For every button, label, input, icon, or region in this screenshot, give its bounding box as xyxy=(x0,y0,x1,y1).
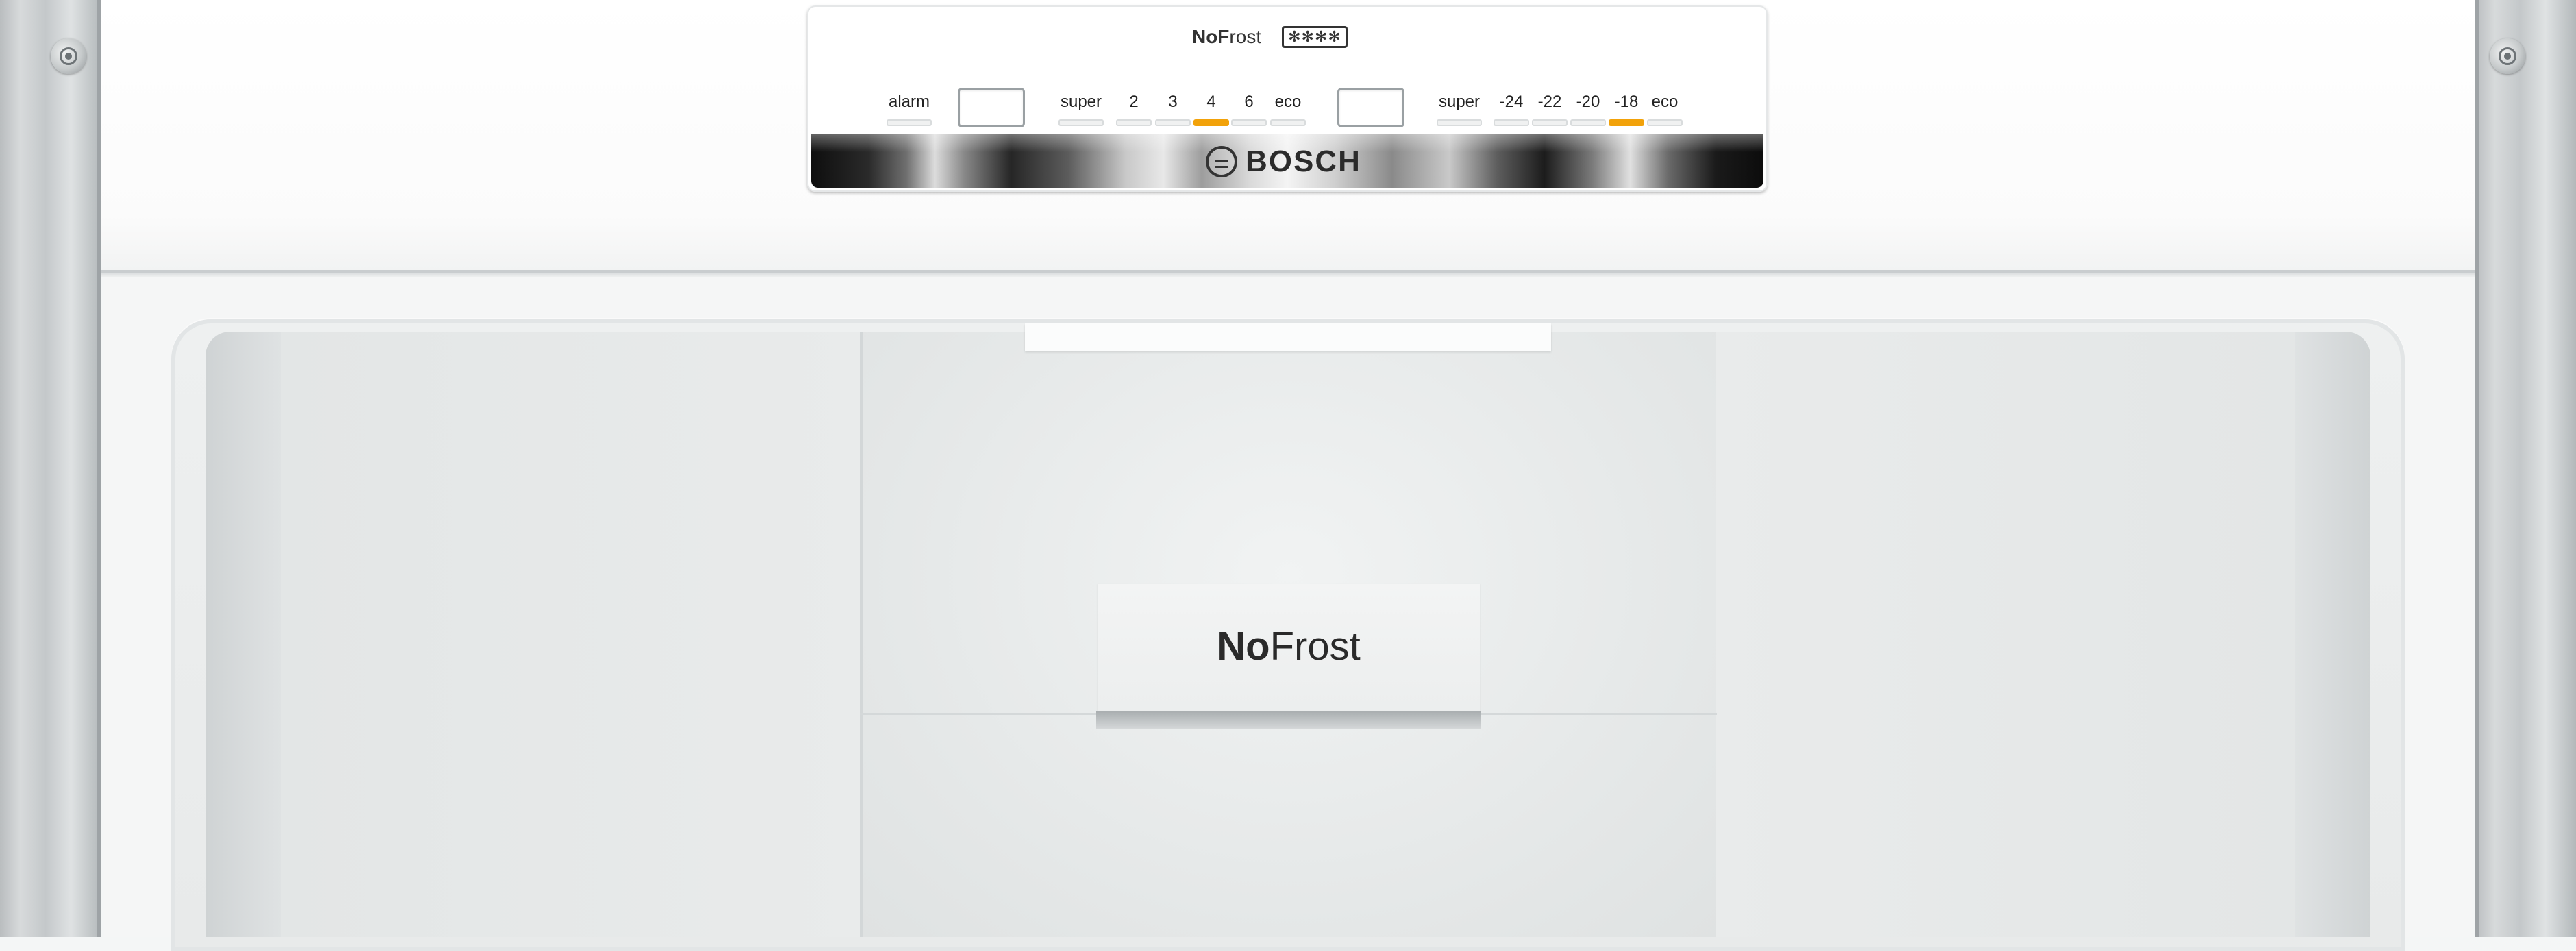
freezer-indicator-bar xyxy=(1494,119,1529,126)
right-steel-trim xyxy=(2475,0,2576,937)
liner-right-side xyxy=(2295,332,2370,937)
bosch-logo: BOSCH xyxy=(1206,143,1361,181)
nofrost-badge: NoFrost xyxy=(1217,624,1361,669)
fridge-indicator-bar xyxy=(1231,119,1267,126)
fridge-indicator-bar xyxy=(1116,119,1152,126)
alarm-label: alarm xyxy=(888,92,930,111)
screw-icon xyxy=(51,38,86,74)
freezer-temp-button[interactable] xyxy=(1337,88,1404,127)
nofrost-label: NoFrost xyxy=(1192,26,1262,47)
fridge-indicator-eco: eco xyxy=(1264,92,1312,126)
freezer-indicator-bar xyxy=(1437,119,1482,126)
liner-left-wall xyxy=(281,332,860,937)
fridge-indicator-label: eco xyxy=(1274,92,1302,111)
bosch-logo-text: BOSCH xyxy=(1246,145,1361,178)
panel-brand-row: NoFrost ✻✻✻✻ xyxy=(1192,22,1348,52)
interior-light xyxy=(1025,323,1551,351)
freezer-indicator-label: super xyxy=(1438,92,1481,111)
fridge-indicator-bar xyxy=(1058,119,1104,126)
alarm-indicator: alarm xyxy=(885,92,933,126)
fridge-temp-button[interactable] xyxy=(958,88,1025,127)
fridge-indicator-bar xyxy=(1193,119,1229,126)
freezer-indicator-bar xyxy=(1609,119,1644,126)
freezer-indicator-bar xyxy=(1532,119,1568,126)
bosch-logo-icon xyxy=(1206,146,1237,177)
liner-left-side xyxy=(206,332,281,937)
freezer-indicator-super: super xyxy=(1435,92,1483,126)
freezer-indicator-bar xyxy=(1570,119,1606,126)
freezer-indicator-label: eco xyxy=(1651,92,1679,111)
fan-cover-lip xyxy=(1096,711,1481,729)
fridge-indicator-bar xyxy=(1270,119,1306,126)
fridge-indicator-bar xyxy=(1155,119,1191,126)
freezer-indicator-eco: eco xyxy=(1641,92,1689,126)
liner-right-wall xyxy=(1716,332,2295,937)
left-steel-trim xyxy=(0,0,101,937)
freezer-indicator-bar xyxy=(1647,119,1683,126)
star-rating-icon: ✻✻✻✻ xyxy=(1282,26,1348,48)
screw-icon xyxy=(2490,38,2525,74)
fridge-indicator-label: super xyxy=(1060,92,1102,111)
fridge-indicator-super: super xyxy=(1057,92,1105,126)
